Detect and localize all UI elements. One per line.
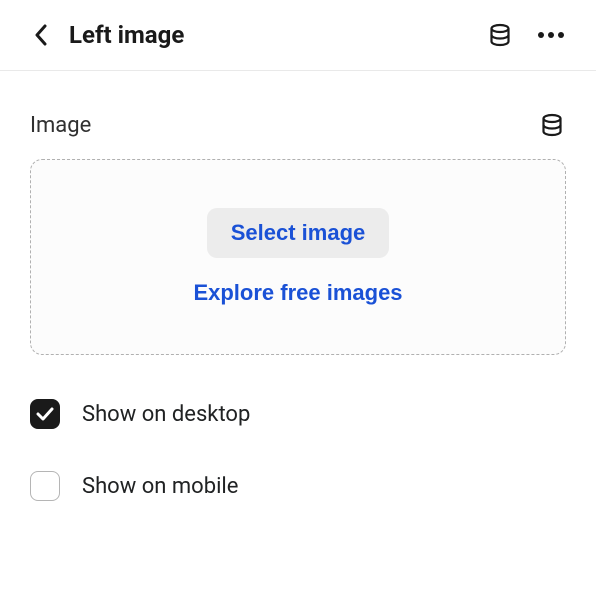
image-dropzone[interactable]: Select image Explore free images [30,159,566,355]
chevron-left-icon [34,24,47,46]
panel-content: Image Select image Explore free images S… [0,71,596,501]
show-on-desktop-checkbox[interactable] [30,399,60,429]
show-on-desktop-label: Show on desktop [82,402,250,427]
dots-horizontal-icon [538,32,564,38]
show-on-mobile-checkbox[interactable] [30,471,60,501]
explore-free-images-link[interactable]: Explore free images [193,280,402,306]
check-icon [36,407,54,421]
dynamic-source-button[interactable] [538,111,566,139]
image-section-header: Image [30,111,566,139]
page-title: Left image [69,21,184,49]
panel-header: Left image [0,0,596,71]
database-icon [488,23,512,47]
show-on-mobile-row: Show on mobile [30,471,566,501]
show-on-mobile-label: Show on mobile [82,474,238,499]
section-label: Image [30,113,91,138]
header-right [486,21,566,49]
more-button[interactable] [536,30,566,40]
show-on-desktop-row: Show on desktop [30,399,566,429]
select-image-button[interactable]: Select image [207,208,390,258]
header-left: Left image [30,20,184,50]
database-button[interactable] [486,21,514,49]
database-icon [540,113,564,137]
back-button[interactable] [30,20,51,50]
